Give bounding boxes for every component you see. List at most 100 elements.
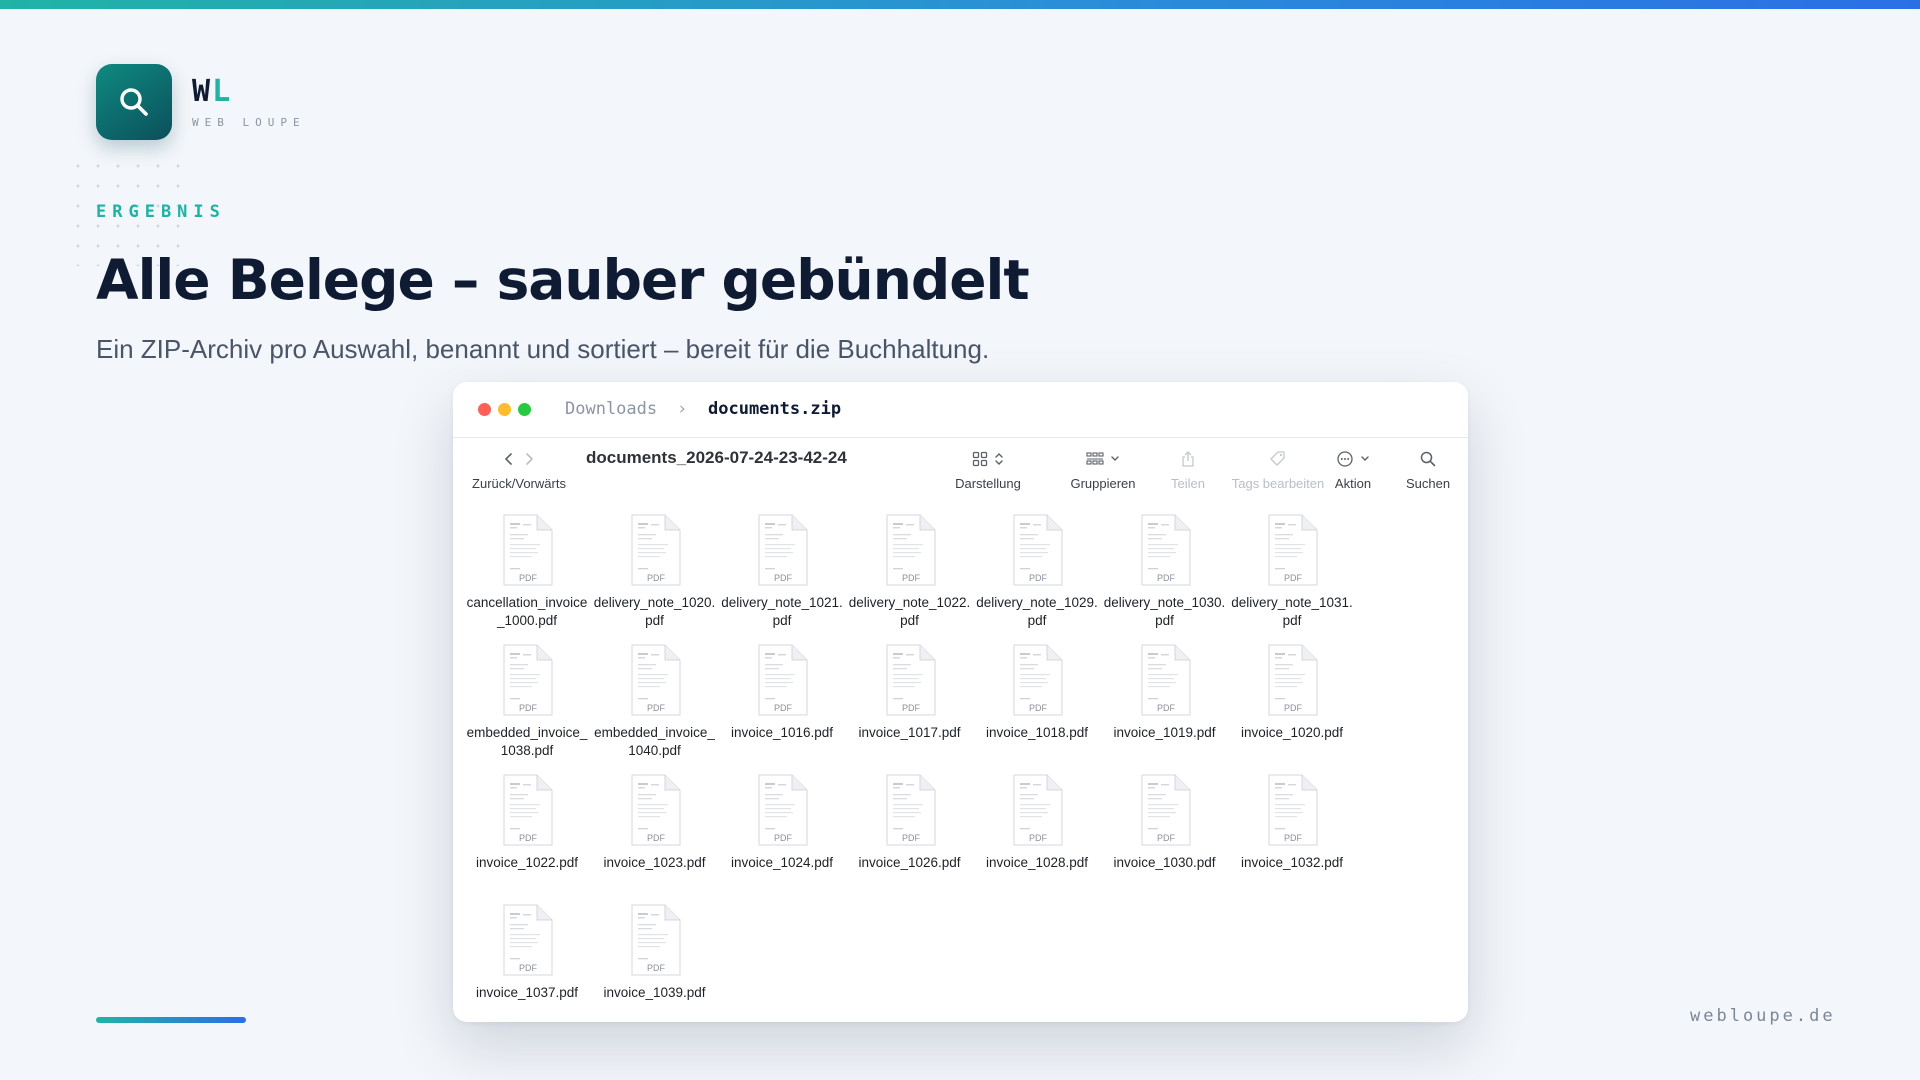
file-item[interactable]: PDF delivery_note_1029.pdf [976, 514, 1098, 638]
file-item[interactable]: PDF delivery_note_1031.pdf [1231, 514, 1353, 638]
breadcrumb-downloads[interactable]: Downloads [565, 399, 657, 419]
action-button[interactable]: Aktion [1313, 438, 1393, 502]
pdf-file-icon: PDF [631, 774, 680, 846]
logo-tile [96, 64, 172, 140]
file-item[interactable]: PDF embedded_invoice_1038.pdf [467, 644, 587, 768]
pdf-file-icon: PDF [1013, 514, 1063, 586]
file-item[interactable]: PDF invoice_1024.pdf [722, 774, 842, 898]
folder-title: documents_2026-07-24-23-42-24 [586, 448, 847, 467]
pdf-file-icon: PDF [1141, 774, 1190, 846]
pdf-file-icon: PDF [758, 514, 808, 586]
close-window-button[interactable] [478, 403, 491, 416]
file-item[interactable]: PDF invoice_1020.pdf [1232, 644, 1352, 768]
minimize-window-button[interactable] [498, 403, 511, 416]
pdf-file-icon: PDF [503, 514, 553, 586]
pdf-badge: PDF [647, 573, 666, 583]
pdf-badge: PDF [1284, 573, 1303, 583]
file-item[interactable]: PDF invoice_1019.pdf [1105, 644, 1225, 768]
pdf-badge: PDF [1284, 833, 1303, 843]
pdf-file-icon: PDF [1141, 644, 1190, 716]
pdf-file-icon: PDF [886, 514, 935, 586]
file-name: delivery_note_1020.pdf [593, 595, 716, 628]
group-button[interactable]: Gruppieren [1058, 438, 1148, 502]
group-label: Gruppieren [1070, 476, 1136, 491]
file-item[interactable]: PDF invoice_1030.pdf [1105, 774, 1225, 898]
file-item[interactable]: PDF embedded_invoice_1040.pdf [594, 644, 715, 768]
search-icon [1420, 451, 1436, 467]
pdf-file-icon: PDF [1013, 644, 1063, 716]
file-item[interactable]: PDF invoice_1022.pdf [467, 774, 587, 898]
logo-letter-accent: L [212, 74, 233, 109]
pdf-badge: PDF [1029, 703, 1048, 713]
file-name: cancellation_invoice_1000.pdf [466, 595, 588, 628]
logo-letter-main: W [192, 74, 213, 109]
page-title: Alle Belege – sauber gebündelt [96, 248, 1030, 312]
edit-tags-label: Tags bearbeiten [1231, 476, 1325, 491]
chevron-down-icon [1111, 456, 1119, 461]
pdf-badge: PDF [902, 833, 921, 843]
chevron-right-icon[interactable] [522, 451, 536, 467]
pdf-badge: PDF [774, 573, 793, 583]
view-button[interactable]: Darstellung [943, 438, 1033, 502]
pdf-file-icon: PDF [503, 904, 553, 976]
pdf-badge: PDF [902, 703, 921, 713]
file-item[interactable]: PDF delivery_note_1021.pdf [721, 514, 843, 638]
search-label: Suchen [1405, 476, 1451, 491]
file-item[interactable]: PDF invoice_1037.pdf [467, 904, 587, 1022]
file-item[interactable]: PDF invoice_1023.pdf [595, 774, 715, 898]
chevron-left-icon[interactable] [502, 451, 516, 467]
pdf-badge: PDF [774, 833, 793, 843]
pdf-badge: PDF [519, 703, 538, 713]
search-icon [120, 88, 148, 116]
pdf-file-icon: PDF [1268, 644, 1318, 716]
page-subtitle: Ein ZIP-Archiv pro Auswahl, benannt und … [96, 334, 990, 364]
pdf-file-icon: PDF [631, 514, 680, 586]
pdf-file-icon: PDF [758, 644, 808, 716]
file-item[interactable]: PDF invoice_1028.pdf [977, 774, 1097, 898]
pdf-file-icon: PDF [886, 774, 935, 846]
back-forward-control[interactable]: Zurück/Vorwärts [469, 438, 569, 502]
file-name: delivery_note_1031.pdf [1231, 595, 1353, 628]
pdf-badge: PDF [519, 573, 538, 583]
file-item[interactable]: PDF invoice_1016.pdf [722, 644, 842, 768]
file-item[interactable]: PDF delivery_note_1020.pdf [593, 514, 716, 638]
footer-site-url[interactable]: webloupe.de [1690, 1006, 1836, 1026]
file-item[interactable]: PDF delivery_note_1022.pdf [849, 514, 970, 638]
breadcrumb-current: documents.zip [708, 399, 842, 419]
pdf-badge: PDF [1029, 833, 1048, 843]
pdf-file-icon: PDF [1141, 514, 1190, 586]
pdf-file-icon: PDF [758, 774, 808, 846]
logo-subtitle: WEB LOUPE [192, 116, 306, 129]
pdf-file-icon: PDF [503, 644, 553, 716]
file-name: delivery_note_1021.pdf [721, 595, 843, 628]
pdf-badge: PDF [1157, 703, 1176, 713]
file-item[interactable]: PDF delivery_note_1030.pdf [1104, 514, 1225, 638]
pdf-file-icon: PDF [1013, 774, 1063, 846]
file-name: delivery_note_1029.pdf [976, 595, 1098, 628]
file-name: invoice_1028.pdf [985, 855, 1089, 870]
up-down-chevron-icon [995, 453, 1003, 465]
pdf-badge: PDF [902, 573, 921, 583]
pdf-badge: PDF [519, 963, 538, 973]
search-button[interactable]: Suchen [1393, 438, 1463, 502]
file-name: invoice_1018.pdf [985, 725, 1089, 740]
pdf-file-icon: PDF [1268, 774, 1318, 846]
file-name: invoice_1020.pdf [1240, 725, 1344, 740]
file-item[interactable]: PDF invoice_1018.pdf [977, 644, 1097, 768]
file-item[interactable]: PDF invoice_1026.pdf [850, 774, 970, 898]
file-name: invoice_1023.pdf [603, 855, 706, 870]
pdf-file-icon: PDF [886, 644, 935, 716]
share-icon [1182, 451, 1194, 467]
file-item[interactable]: PDF invoice_1039.pdf [595, 904, 715, 1022]
pdf-badge: PDF [1284, 703, 1303, 713]
pdf-badge: PDF [774, 703, 793, 713]
tag-icon [1270, 451, 1285, 466]
zoom-window-button[interactable] [518, 403, 531, 416]
file-item[interactable]: PDF cancellation_invoice_1000.pdf [467, 514, 587, 638]
eyebrow-label: ERGEBNIS [96, 202, 226, 222]
pdf-badge: PDF [1029, 573, 1048, 583]
file-item[interactable]: PDF invoice_1032.pdf [1232, 774, 1352, 898]
group-icon [1086, 452, 1104, 465]
file-item[interactable]: PDF invoice_1017.pdf [850, 644, 970, 768]
pdf-badge: PDF [647, 703, 666, 713]
